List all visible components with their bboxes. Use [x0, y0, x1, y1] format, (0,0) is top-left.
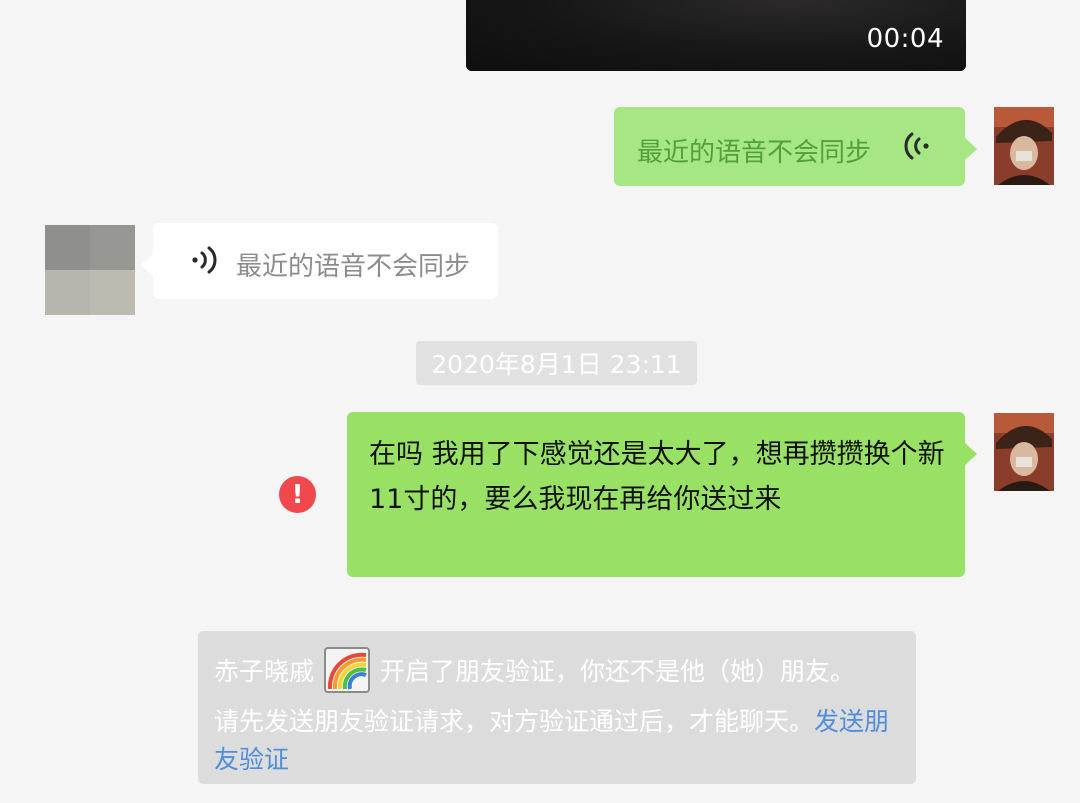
message-text: 在吗 我用了下感觉还是太大了，想再攒攒换个新11寸的，要么我现在再给你送过来	[369, 439, 945, 515]
avatar[interactable]	[45, 225, 135, 315]
voice-transcript: 最近的语音不会同步	[236, 252, 471, 282]
voice-transcript: 最近的语音不会同步	[637, 138, 872, 168]
message-timestamp: 2020年8月1日 23:11	[416, 341, 697, 385]
voice-message-outgoing[interactable]: 最近的语音不会同步	[614, 107, 977, 186]
avatar[interactable]	[994, 413, 1054, 491]
text-message-outgoing[interactable]: 在吗 我用了下感觉还是太大了，想再攒攒换个新11寸的，要么我现在再给你送过来	[347, 412, 977, 577]
voice-message-incoming[interactable]: 最近的语音不会同步	[141, 223, 498, 299]
notice-line2: 请先发送朋友验证请求，对方验证通过后，才能聊天。	[214, 707, 815, 736]
send-failed-icon[interactable]: !	[279, 476, 316, 513]
avatar[interactable]	[994, 107, 1054, 185]
notice-line1: 开启了朋友验证，你还不是他（她）朋友。	[380, 657, 856, 686]
contact-name: 赤子晓戚	[214, 657, 315, 686]
friend-verification-notice: 赤子晓戚 开启了朋友验证，你还不是他（她）朋友。 请先发送朋友验证请求，对方验证…	[198, 631, 916, 784]
rainbow-icon	[324, 647, 371, 693]
video-message[interactable]: 00:04	[466, 0, 966, 71]
voice-wave-icon	[189, 245, 219, 279]
video-duration: 00:04	[866, 24, 944, 54]
voice-wave-icon	[902, 131, 932, 165]
